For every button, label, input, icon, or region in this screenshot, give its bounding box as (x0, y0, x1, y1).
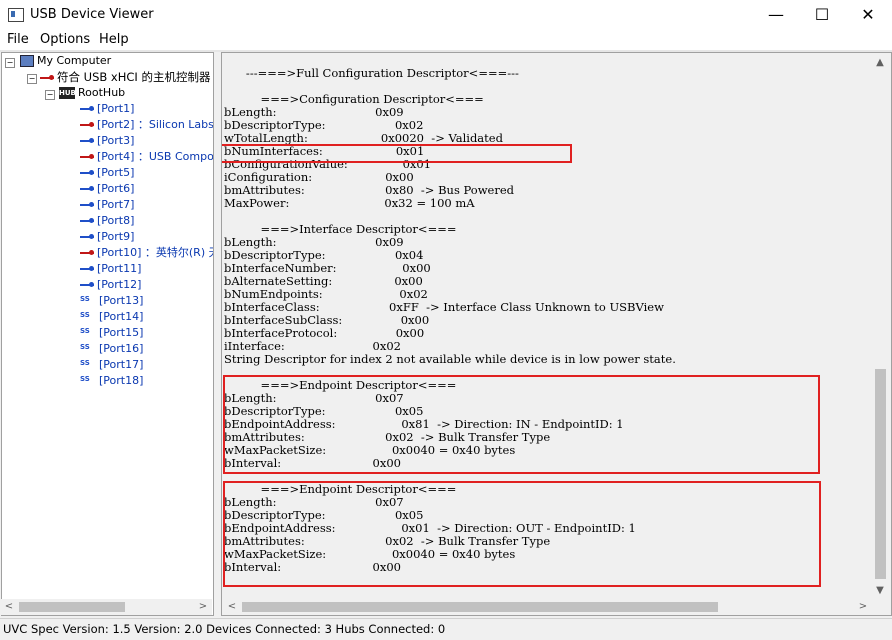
superspeed-usb-icon: SS (80, 311, 90, 319)
port-label: [Port8] (97, 214, 135, 227)
status-bar: UVC Spec Version: 1.5 Version: 2.0 Devic… (0, 618, 892, 640)
tree-item-port[interactable]: [Port5] (80, 165, 134, 181)
superspeed-usb-icon: SS (80, 295, 90, 303)
descriptor-line: MaxPower: 0x32 = 100 mA (224, 196, 475, 210)
usb-icon (80, 232, 94, 242)
expand-toggle-controller[interactable]: − (27, 74, 37, 84)
port-label: [Port18] (99, 374, 144, 387)
tree-item-label: 符合 USB xHCI 的主机控制器 (57, 70, 211, 84)
superspeed-usb-icon: SS (80, 359, 90, 367)
expand-toggle-root[interactable]: − (5, 58, 15, 68)
tree-item-port[interactable]: SS [Port17] (80, 357, 143, 373)
descriptor-line: String Descriptor for index 2 not availa… (224, 352, 676, 366)
port-label: [Port1] (97, 102, 135, 115)
status-text: UVC Spec Version: 1.5 Version: 2.0 Devic… (3, 622, 446, 636)
usb-device-icon (80, 120, 94, 130)
port-label: [Port10] ：英特尔(R) 无 (97, 246, 214, 259)
hub-icon: HUB (59, 87, 76, 99)
menu-help[interactable]: Help (99, 32, 129, 47)
usb-device-icon (80, 248, 94, 258)
menu-options[interactable]: Options (40, 32, 90, 47)
scroll-thumb[interactable] (875, 369, 886, 579)
port-label: [Port2] ：Silicon Labs C (97, 118, 214, 131)
usb-icon (80, 168, 94, 178)
superspeed-usb-icon: SS (80, 327, 90, 335)
port-label: [Port7] (97, 198, 135, 211)
port-label: [Port6] (97, 182, 135, 195)
close-button[interactable]: ✕ (845, 0, 891, 30)
tree-item-port[interactable]: [Port11] (80, 261, 141, 277)
tree-item-port[interactable]: [Port8] (80, 213, 134, 229)
tree-horizontal-scrollbar[interactable]: < > (1, 599, 212, 615)
content-vertical-scrollbar[interactable]: ▲ ▼ (872, 53, 889, 599)
tree-item-port[interactable]: [Port4] ：USB Composit (80, 149, 214, 165)
app-icon (8, 8, 24, 22)
port-label: [Port11] (97, 262, 142, 275)
scroll-left-icon[interactable]: < (1, 599, 17, 615)
expand-toggle-roothub[interactable]: − (45, 90, 55, 100)
superspeed-usb-icon: SS (80, 343, 90, 351)
port-label: [Port12] (97, 278, 142, 291)
menu-bar: File Options Help (0, 30, 892, 50)
usb-icon (80, 200, 94, 210)
tree-item-roothub[interactable]: HUB RootHub (59, 85, 125, 101)
tree-item-port[interactable]: [Port7] (80, 197, 134, 213)
highlight-box-endpoint-out (223, 481, 821, 587)
highlight-box-num-interfaces (222, 144, 572, 163)
tree-item-port[interactable]: SS [Port16] (80, 341, 143, 357)
tree-item-port[interactable]: SS [Port18] (80, 373, 143, 389)
scroll-right-icon[interactable]: > (195, 599, 211, 615)
port-label: [Port4] ：USB Composit (97, 150, 214, 163)
tree-item-port[interactable]: [Port3] (80, 133, 134, 149)
port-label: [Port3] (97, 134, 135, 147)
computer-icon (20, 55, 34, 67)
usb-icon (80, 216, 94, 226)
scroll-thumb[interactable] (242, 602, 718, 612)
port-label: [Port13] (99, 294, 144, 307)
tree-item-controller[interactable]: 符合 USB xHCI 的主机控制器 (40, 69, 210, 85)
highlight-box-endpoint-in (223, 375, 820, 474)
content-horizontal-scrollbar[interactable]: < > (222, 599, 872, 615)
port-label: [Port17] (99, 358, 144, 371)
minimize-button[interactable]: — (753, 0, 799, 30)
tree-item-port[interactable]: SS [Port15] (80, 325, 143, 341)
port-label: [Port14] (99, 310, 144, 323)
tree-item-port[interactable]: [Port6] (80, 181, 134, 197)
port-label: [Port16] (99, 342, 144, 355)
tree-item-label: RootHub (78, 86, 126, 99)
tree-item-port[interactable]: SS [Port13] (80, 293, 143, 309)
scroll-down-icon[interactable]: ▼ (872, 583, 888, 599)
tree-item-port[interactable]: SS [Port14] (80, 309, 143, 325)
scroll-left-icon[interactable]: < (224, 599, 240, 615)
menu-file[interactable]: File (7, 32, 29, 47)
scroll-thumb[interactable] (19, 602, 125, 612)
descriptor-text-view[interactable]: ---===>Full Configuration Descriptor<===… (221, 52, 892, 616)
tree-item-port[interactable]: [Port12] (80, 277, 141, 293)
port-label: [Port5] (97, 166, 135, 179)
usb-controller-icon (40, 73, 54, 83)
superspeed-usb-icon: SS (80, 375, 90, 383)
usb-icon (80, 136, 94, 146)
scroll-up-icon[interactable]: ▲ (872, 55, 888, 71)
descriptor-line: ---===>Full Configuration Descriptor<===… (224, 66, 519, 80)
tree-item-port[interactable]: [Port10] ：英特尔(R) 无 (80, 245, 214, 261)
port-label: [Port9] (97, 230, 135, 243)
tree-item-label: My Computer (37, 54, 112, 67)
scroll-right-icon[interactable]: > (855, 599, 871, 615)
usb-icon (80, 280, 94, 290)
usb-icon (80, 264, 94, 274)
device-tree[interactable]: − My Computer − 符合 USB xHCI 的主机控制器 − HUB… (1, 52, 214, 616)
tree-item-my-computer[interactable]: My Computer (20, 53, 111, 69)
usb-icon (80, 184, 94, 194)
tree-item-port[interactable]: [Port2] ：Silicon Labs C (80, 117, 214, 133)
tree-item-port[interactable]: [Port1] (80, 101, 134, 117)
title-bar: USB Device Viewer — ☐ ✕ (0, 0, 892, 30)
usb-icon (80, 104, 94, 114)
tree-item-port[interactable]: [Port9] (80, 229, 134, 245)
usb-device-icon (80, 152, 94, 162)
port-label: [Port15] (99, 326, 144, 339)
window-title: USB Device Viewer (30, 7, 154, 22)
maximize-button[interactable]: ☐ (799, 0, 845, 30)
